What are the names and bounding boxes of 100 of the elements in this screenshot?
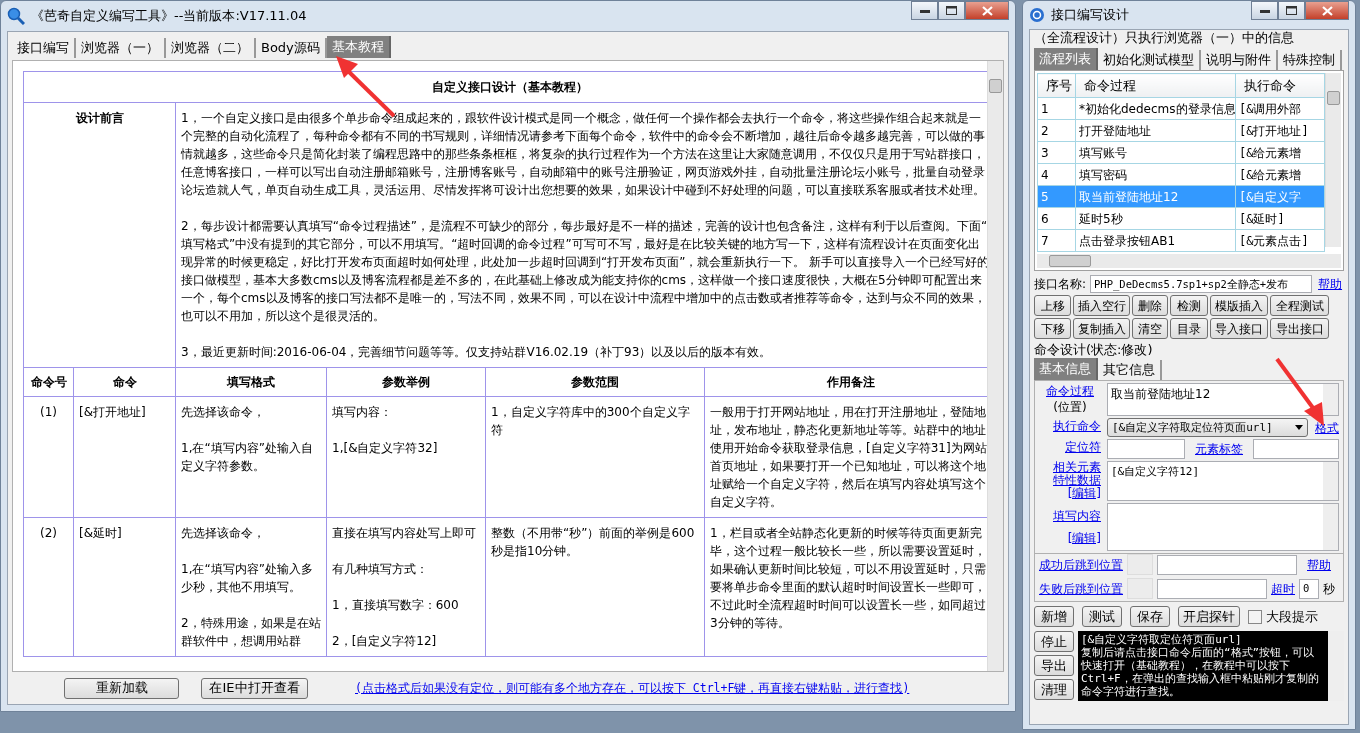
format-link[interactable]: 格式 (1315, 419, 1339, 436)
tab[interactable]: 基本信息 (1034, 358, 1098, 380)
column-header: 命令 (73, 367, 176, 397)
edit-link[interactable]: [编辑] (1067, 530, 1101, 546)
process-field[interactable]: 取当前登陆地址12 (1107, 383, 1339, 416)
cell-text: 2，[自定义字符12] (332, 633, 438, 650)
table-cell: 3 (1037, 141, 1076, 164)
table-cell: (2) (23, 517, 74, 657)
table-cell: 取当前登陆地址12 (1075, 185, 1236, 208)
checkbox-label[interactable]: 大段提示 (1266, 608, 1318, 625)
tab[interactable]: 基本教程 (326, 36, 391, 58)
table-row[interactable]: 3 填写账号 [&给元素增 (1037, 141, 1325, 164)
toolbar-button[interactable]: 目录 (1170, 318, 1208, 339)
field-link[interactable]: 成功后跳到位置 (1039, 556, 1123, 573)
close-icon (981, 5, 993, 16)
column-header[interactable]: 执行命令 (1235, 73, 1325, 98)
toolbar-button[interactable]: 删除 (1132, 295, 1168, 316)
toolbar-button[interactable]: 导入接口 (1210, 318, 1268, 339)
table-cell: 1 (1037, 97, 1076, 120)
table-cell: 4 (1037, 163, 1076, 186)
window-title: 接口编写设计 (1051, 6, 1129, 24)
command-select[interactable]: [&自定义字符取定位符页面url] (1107, 418, 1308, 437)
maximize-icon (946, 6, 957, 15)
action-button[interactable]: 保存 (1130, 606, 1170, 627)
toolbar-button[interactable]: 模版插入 (1210, 295, 1268, 316)
table-row[interactable]: 1 *初始化dedecms的登录信息 [&调用外部 (1037, 97, 1325, 120)
side-button[interactable]: 导出 (1034, 655, 1074, 676)
column-header[interactable]: 命令过程 (1075, 73, 1236, 98)
cell-text: 先选择该命令， (181, 404, 266, 421)
maximize-button[interactable] (1278, 1, 1305, 20)
locator-field[interactable] (1107, 439, 1185, 459)
fail-position-field[interactable] (1157, 578, 1267, 599)
cell-text: 2，特殊用途，如果是在站群软件中，想调用站群 (181, 615, 321, 650)
table-cell: 延时5秒 (1075, 207, 1236, 230)
column-header: 参数范围 (485, 367, 705, 397)
scrollbar[interactable] (1037, 254, 1341, 268)
tag-field[interactable] (1253, 439, 1339, 459)
column-header[interactable]: 序号 (1037, 73, 1076, 98)
attribute-field[interactable]: [&自定义字符12] (1107, 461, 1339, 501)
table-row[interactable]: 7 点击登录按钮AB1 [&元素点击] (1037, 229, 1325, 252)
group-title: 命令设计(状态:修改) (1034, 342, 1154, 358)
column-header: 填写格式 (175, 367, 327, 397)
table-cell: 6 (1037, 207, 1076, 230)
scrollbar[interactable] (987, 61, 1003, 671)
table-row[interactable]: 6 延时5秒 [&延时] (1037, 207, 1325, 230)
table-cell: [&调用外部 (1235, 97, 1325, 120)
toolbar-button[interactable]: 全程测试 (1270, 295, 1329, 316)
tab[interactable]: 流程列表 (1034, 48, 1098, 70)
toolbar-button[interactable]: 检测 (1170, 295, 1208, 316)
close-button[interactable] (1305, 1, 1349, 20)
cell-text: 有几种填写方式： (332, 561, 429, 578)
toolbar-button[interactable]: 下移 (1034, 318, 1071, 339)
timeout-field[interactable]: 0 (1299, 578, 1319, 599)
toolbar-button[interactable]: 清空 (1132, 318, 1168, 339)
maximize-button[interactable] (938, 1, 965, 20)
interface-name-field[interactable]: PHP_DeDecms5.7sp1+sp2全静态+发布 (1090, 275, 1313, 293)
field-link[interactable]: 相关元素特性数据 (1053, 461, 1101, 487)
open-in-ie-button[interactable]: 在IE中打开查看 (201, 677, 308, 699)
field-link[interactable]: 定位符 (1039, 439, 1101, 459)
side-button[interactable]: 清理 (1034, 679, 1074, 700)
cell-text: 填写内容： (332, 404, 393, 421)
field-link[interactable]: 执行命令 (1039, 418, 1101, 437)
field-hint: (位置) (1053, 399, 1087, 415)
action-button[interactable]: 新增 (1034, 606, 1074, 627)
close-icon (1321, 5, 1333, 16)
action-button[interactable]: 开启探针 (1178, 606, 1240, 627)
table-cell: 填写密码 (1075, 163, 1236, 186)
checkbox[interactable] (1248, 609, 1262, 624)
success-position-field[interactable] (1157, 554, 1297, 575)
table-row[interactable]: 4 填写密码 [&给元素增 (1037, 163, 1325, 186)
side-button[interactable]: 停止 (1034, 631, 1074, 652)
field-link[interactable]: 命令过程 (1046, 383, 1094, 399)
table-cell: (1) (23, 396, 74, 518)
timeout-link[interactable]: 超时 (1271, 580, 1295, 597)
toolbar-button[interactable]: 导出接口 (1270, 318, 1329, 339)
help-link[interactable]: 帮助 (1307, 556, 1331, 573)
field-label: 接口名称: (1034, 276, 1087, 292)
toolbar-button[interactable]: 复制插入 (1073, 318, 1130, 339)
fill-content-field[interactable] (1107, 503, 1339, 551)
field-link[interactable]: 填写内容 (1053, 508, 1101, 524)
reload-button[interactable]: 重新加载 (64, 677, 179, 699)
minimize-button[interactable] (911, 1, 938, 20)
minimize-icon (919, 8, 930, 13)
field-link[interactable]: 元素标签 (1195, 441, 1243, 457)
hint-link[interactable]: (点击格式后如果没有定位，则可能有多个地方存在，可以按下 Ctrl+F键，再直接右键粘贴，进行查找) (355, 680, 910, 696)
console-output: [&自定义字符取定位符页面url] 复制后请点击接口命令后面的“格式”按钮，可以快速打开（基础教程），在教程中可以按下Ctrl+F，在弹出的查找输入框中粘贴刚才复制的命令字符进行查找。 (1078, 631, 1344, 701)
close-button[interactable] (965, 1, 1009, 20)
toolbar-button[interactable]: 插入空行 (1073, 295, 1130, 316)
field-link[interactable]: 失败后跳到位置 (1039, 580, 1123, 597)
help-link[interactable]: 帮助 (1318, 276, 1343, 292)
table-row[interactable]: 2 打开登陆地址 [&打开地址] (1037, 119, 1325, 142)
toolbar-button[interactable]: 上移 (1034, 295, 1071, 316)
paragraph: 1，一个自定义接口是由很多个单步命令组成起来的，跟软件设计模式是同一个概念，做任何一个操作都会去执行一个命令，将这些操作组合起来就是一个完整的自动化流程了，每种命令都有不同的书写规则，详细情况请参考下面每个命令，软件中的命令会不断增加，越往后命令越多越完善，可以做的事情就越多，这些命令只是简化封装了编程思路中的那些条条框框，将复杂的执行过程作为一个方法在这里让大家随意调用，不仅仅只是用于写站群接口，任意博客接口，一样可以写出自动注册邮箱账号，注册博客账号，自动邮箱中的账号注册验证，网页游戏外挂，自动批量注册论坛小账号，批量自动登录论坛造就人气，单页自动生成工具，灵活运用、尽情发挥将可设计出您想要的效果，如果设计中碰到不好处理的问题，可以直接联系客服或者技术处理。 (181, 110, 986, 199)
action-button[interactable]: 测试 (1082, 606, 1122, 627)
cell-text: 1，自定义字符库中的300个自定义字符 (491, 404, 691, 439)
edit-link[interactable]: [编辑] (1067, 487, 1101, 500)
minimize-button[interactable] (1251, 1, 1278, 20)
scrollbar[interactable] (1325, 73, 1341, 247)
table-cell: [&给元素增 (1235, 163, 1325, 186)
cell-text: 1,在“填写内容”处输入多少秒，其他不用填写。 (181, 561, 314, 596)
